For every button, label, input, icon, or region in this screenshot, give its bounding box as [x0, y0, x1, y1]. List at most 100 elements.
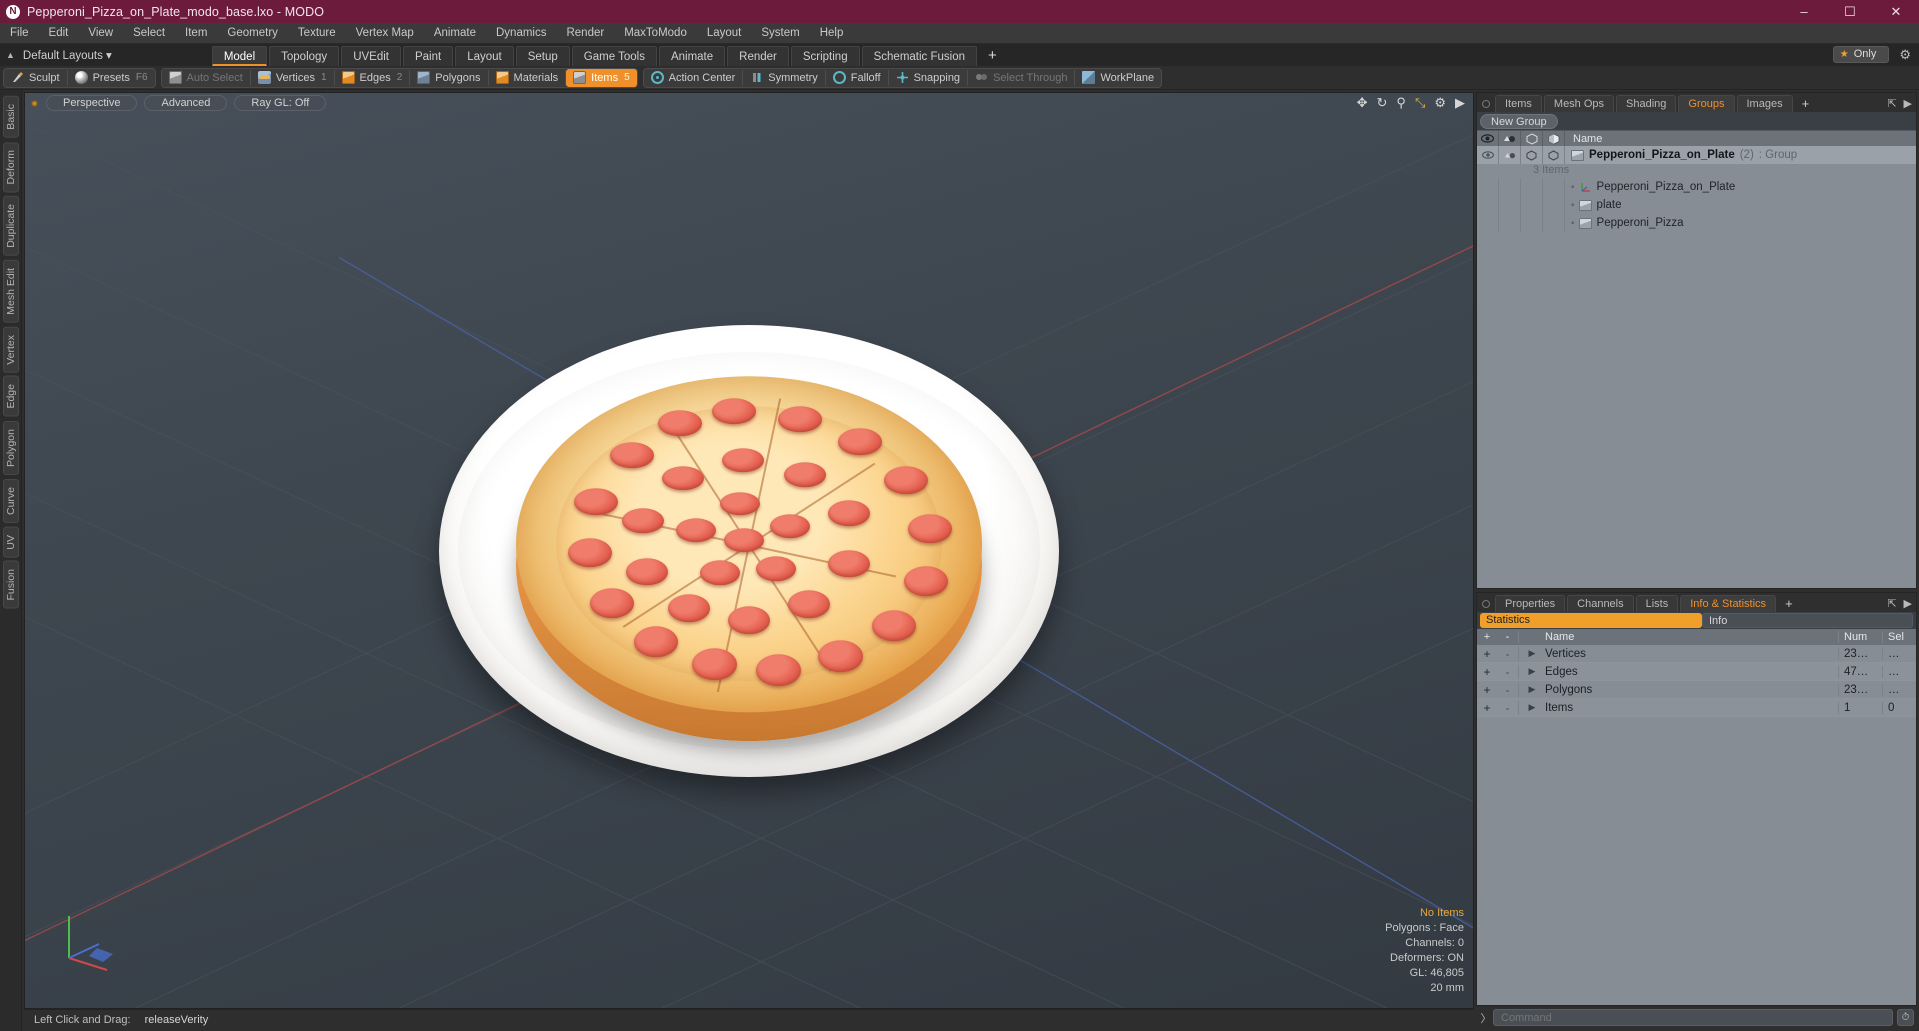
vtab-deform[interactable]: Deform: [2, 141, 19, 193]
tab-info-and-statistics[interactable]: Info & Statistics: [1680, 595, 1777, 612]
row-add-button[interactable]: +: [1477, 701, 1497, 715]
menu-help[interactable]: Help: [810, 23, 854, 44]
row-remove-button[interactable]: -: [1497, 682, 1519, 697]
fit-icon[interactable]: ⤡: [1415, 96, 1425, 109]
tab-shading[interactable]: Shading: [1616, 95, 1677, 112]
row-remove-button[interactable]: -: [1497, 664, 1519, 679]
vtab-mesh-edit[interactable]: Mesh Edit: [2, 259, 19, 323]
row-shaded-toggle[interactable]: [1543, 178, 1565, 196]
cube-shaded-icon[interactable]: [1543, 130, 1565, 147]
table-row[interactable]: ▪ plate: [1477, 196, 1916, 214]
tab-lists[interactable]: Lists: [1635, 595, 1679, 612]
menu-item[interactable]: Item: [175, 23, 217, 44]
tab-items[interactable]: Items: [1495, 95, 1542, 112]
row-wire-toggle[interactable]: [1521, 146, 1543, 164]
vtab-uv[interactable]: UV: [2, 526, 19, 558]
row-remove-button[interactable]: -: [1497, 700, 1519, 715]
render-visibility-icon[interactable]: [1499, 130, 1521, 147]
gear-icon[interactable]: ⚙: [1899, 47, 1911, 63]
row-add-button[interactable]: +: [1477, 683, 1497, 697]
add-layout-tab-button[interactable]: +: [979, 46, 1006, 66]
vtab-basic[interactable]: Basic: [2, 96, 19, 138]
row-eye-toggle[interactable]: [1477, 196, 1499, 214]
polygons-button[interactable]: Polygons: [410, 69, 487, 87]
gear-icon[interactable]: ⚙: [1434, 96, 1446, 109]
tab-scripting[interactable]: Scripting: [790, 46, 860, 66]
panel-menu-dot-icon[interactable]: [1482, 600, 1490, 608]
add-panel-tab-button[interactable]: +: [1795, 95, 1817, 112]
menu-texture[interactable]: Texture: [288, 23, 346, 44]
plate-mesh[interactable]: [439, 324, 1059, 777]
pizza-mesh[interactable]: [516, 375, 982, 712]
tab-paint[interactable]: Paint: [402, 46, 454, 66]
vtab-curve[interactable]: Curve: [2, 478, 19, 523]
auto-select-button[interactable]: Auto Select: [162, 69, 250, 87]
row-wire-toggle[interactable]: [1521, 178, 1543, 196]
menu-edit[interactable]: Edit: [39, 23, 79, 44]
tab-setup[interactable]: Setup: [515, 46, 570, 66]
workplane-button[interactable]: WorkPlane: [1075, 69, 1161, 87]
materials-button[interactable]: Materials: [489, 69, 566, 87]
tab-topology[interactable]: Topology: [269, 46, 340, 66]
row-expand-arrow-icon[interactable]: ▶: [1519, 648, 1545, 659]
tab-uvedit[interactable]: UVEdit: [341, 46, 401, 66]
chevron-right-icon[interactable]: ▶: [1455, 96, 1465, 109]
statistics-table-body[interactable]: + - ▶ Vertices 23… … + - ▶ Edges 47… … +…: [1477, 645, 1916, 1005]
symmetry-button[interactable]: Symmetry: [743, 69, 825, 87]
new-group-button[interactable]: New Group: [1480, 113, 1558, 129]
row-render-toggle[interactable]: [1499, 146, 1521, 164]
zoom-icon[interactable]: ⚲: [1396, 96, 1406, 109]
vtab-fusion[interactable]: Fusion: [2, 561, 19, 609]
move-icon[interactable]: ✥: [1357, 96, 1368, 109]
tab-animate[interactable]: Animate: [658, 46, 726, 66]
row-remove-button[interactable]: -: [1497, 646, 1519, 661]
row-render-toggle[interactable]: [1499, 178, 1521, 196]
menu-dynamics[interactable]: Dynamics: [486, 23, 556, 44]
collapse-up-icon[interactable]: ▲: [6, 50, 15, 60]
cube-wire-icon[interactable]: [1521, 130, 1543, 147]
sculpt-button[interactable]: Sculpt: [4, 69, 67, 87]
menu-view[interactable]: View: [78, 23, 123, 44]
row-expand-arrow-icon[interactable]: ▶: [1519, 666, 1545, 677]
row-expand-arrow-icon[interactable]: ▶: [1519, 684, 1545, 695]
panel-menu-dot-icon[interactable]: [1482, 100, 1490, 108]
select-through-button[interactable]: Select Through: [968, 69, 1074, 87]
menu-render[interactable]: Render: [556, 23, 614, 44]
tab-schematic-fusion[interactable]: Schematic Fusion: [861, 46, 978, 66]
action-center-button[interactable]: Action Center: [644, 69, 743, 87]
expand-icon[interactable]: ⇱: [1887, 597, 1896, 610]
command-input[interactable]: [1493, 1009, 1893, 1026]
tab-channels[interactable]: Channels: [1567, 595, 1634, 612]
axis-gizmo[interactable]: [55, 904, 125, 974]
row-shaded-toggle[interactable]: [1543, 146, 1565, 164]
tab-groups[interactable]: Groups: [1678, 95, 1735, 112]
menu-system[interactable]: System: [751, 23, 809, 44]
default-layouts-dropdown[interactable]: Default Layouts ▾: [23, 48, 112, 62]
vertices-button[interactable]: Vertices 1: [251, 69, 334, 87]
snapping-button[interactable]: Snapping: [889, 69, 968, 87]
add-panel-tab-button[interactable]: +: [1778, 595, 1800, 612]
rotate-icon[interactable]: ↻: [1377, 96, 1388, 109]
vtab-vertex[interactable]: Vertex: [2, 326, 19, 373]
menu-select[interactable]: Select: [123, 23, 175, 44]
table-row[interactable]: + - ▶ Polygons 23… …: [1477, 681, 1916, 699]
menu-layout[interactable]: Layout: [697, 23, 752, 44]
menu-file[interactable]: File: [0, 23, 39, 44]
close-button[interactable]: ✕: [1873, 0, 1919, 23]
presets-button[interactable]: Presets F6: [68, 69, 155, 87]
edges-button[interactable]: Edges 2: [335, 69, 410, 87]
menu-maxtomodo[interactable]: MaxToModo: [614, 23, 697, 44]
scene-pepperoni-pizza-on-plate[interactable]: [439, 324, 1059, 777]
table-row[interactable]: ▪ Pepperoni_Pizza: [1477, 214, 1916, 232]
menu-geometry[interactable]: Geometry: [217, 23, 288, 44]
table-row[interactable]: ▪ Pepperoni_Pizza_on_Plate: [1477, 178, 1916, 196]
vtab-polygon[interactable]: Polygon: [2, 420, 19, 475]
tab-properties[interactable]: Properties: [1495, 595, 1566, 612]
viewport-shading-dropdown[interactable]: Advanced: [144, 95, 228, 111]
row-wire-toggle[interactable]: [1521, 214, 1543, 232]
table-row[interactable]: + - ▶ Vertices 23… …: [1477, 645, 1916, 663]
chevron-right-icon[interactable]: ▶: [1904, 597, 1912, 610]
menu-vertex-map[interactable]: Vertex Map: [346, 23, 424, 44]
groups-tree-body[interactable]: Pepperoni_Pizza_on_Plate (2) : Group 3 I…: [1477, 146, 1916, 588]
table-row[interactable]: Pepperoni_Pizza_on_Plate (2) : Group: [1477, 146, 1916, 164]
